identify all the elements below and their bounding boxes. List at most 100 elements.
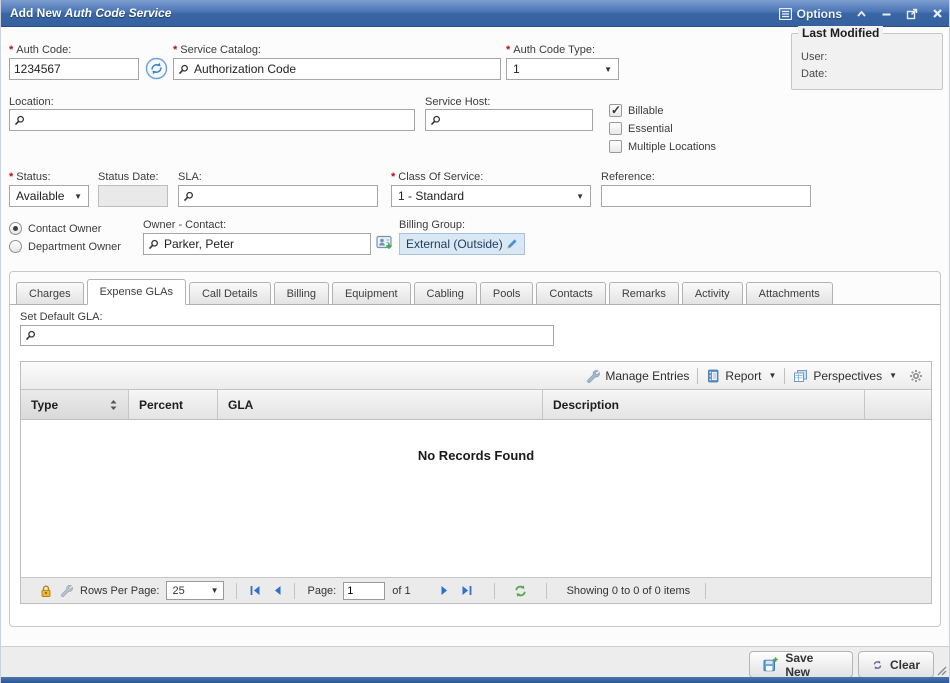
first-page-icon bbox=[249, 585, 261, 596]
service-host-field[interactable] bbox=[425, 109, 593, 131]
status-date-input bbox=[103, 189, 163, 203]
wrench-icon bbox=[60, 584, 73, 597]
close-button[interactable] bbox=[932, 8, 943, 19]
minimize-icon bbox=[881, 9, 892, 19]
set-default-gla-field[interactable] bbox=[20, 325, 554, 346]
chevron-down-icon: ▼ bbox=[576, 192, 584, 201]
last-page-button[interactable] bbox=[461, 585, 473, 596]
manage-entries-button[interactable]: Manage Entries bbox=[586, 369, 689, 383]
owner-contact-field[interactable] bbox=[143, 233, 371, 255]
column-header-percent[interactable]: Percent bbox=[129, 390, 218, 419]
column-header-gla[interactable]: GLA bbox=[218, 390, 543, 419]
tab-charges[interactable]: Charges bbox=[16, 282, 84, 304]
perspectives-icon bbox=[793, 369, 808, 383]
first-page-button[interactable] bbox=[249, 585, 261, 596]
billable-checkbox[interactable] bbox=[609, 104, 622, 117]
status-select[interactable]: Available ▼ bbox=[9, 185, 89, 207]
grid-pager: Rows Per Page: 25 ▼ Page: of 1 bbox=[21, 577, 931, 603]
department-owner-radio-row[interactable]: Department Owner bbox=[9, 240, 121, 253]
essential-checkbox[interactable] bbox=[609, 122, 622, 135]
service-host-input[interactable] bbox=[446, 113, 588, 127]
perspectives-button[interactable]: Perspectives ▼ bbox=[793, 369, 897, 383]
billable-checkbox-row[interactable]: Billable bbox=[609, 104, 663, 117]
toolbar-separator bbox=[697, 368, 698, 384]
search-icon bbox=[25, 330, 36, 341]
sla-field[interactable] bbox=[178, 185, 378, 207]
popout-button[interactable] bbox=[906, 8, 918, 20]
essential-checkbox-row[interactable]: Essential bbox=[609, 122, 673, 135]
page-input[interactable] bbox=[343, 582, 385, 600]
tab-contacts[interactable]: Contacts bbox=[536, 282, 605, 304]
footer-bar: Save New Clear bbox=[1, 646, 950, 677]
last-modified-user-label: User: bbox=[801, 51, 827, 63]
clear-button[interactable]: Clear bbox=[858, 651, 934, 678]
owner-contact-label: Owner - Contact: bbox=[143, 219, 226, 231]
status-value: Available bbox=[16, 189, 64, 203]
pager-separator bbox=[236, 583, 237, 599]
required-marker: * bbox=[173, 44, 177, 56]
sort-icon[interactable] bbox=[109, 399, 118, 411]
required-marker: * bbox=[9, 44, 13, 56]
grid-header-row: Type Percent GLA Description bbox=[21, 390, 931, 420]
save-new-button[interactable]: Save New bbox=[749, 651, 853, 678]
owner-contact-input[interactable] bbox=[164, 237, 366, 251]
rows-per-page-value: 25 bbox=[172, 585, 184, 597]
multiple-locations-checkbox[interactable] bbox=[609, 140, 622, 153]
generate-auth-code-button[interactable] bbox=[145, 57, 168, 85]
tab-remarks[interactable]: Remarks bbox=[609, 282, 679, 304]
add-contact-button[interactable] bbox=[376, 235, 396, 259]
report-button[interactable]: Report ▼ bbox=[706, 369, 776, 383]
location-input[interactable] bbox=[30, 113, 410, 127]
billing-group-button[interactable]: External (Outside) bbox=[399, 233, 525, 255]
service-catalog-field[interactable] bbox=[173, 58, 501, 80]
chevron-up-icon bbox=[856, 9, 867, 19]
department-owner-radio[interactable] bbox=[9, 240, 22, 253]
tab-attachments[interactable]: Attachments bbox=[746, 282, 833, 304]
column-header-description[interactable]: Description bbox=[543, 390, 865, 419]
class-of-service-select[interactable]: 1 - Standard ▼ bbox=[391, 185, 591, 207]
previous-page-button[interactable] bbox=[272, 585, 282, 596]
tab-call-details[interactable]: Call Details bbox=[189, 282, 271, 304]
tab-equipment[interactable]: Equipment bbox=[332, 282, 411, 304]
search-icon bbox=[14, 115, 25, 126]
tab-cabling[interactable]: Cabling bbox=[414, 282, 477, 304]
auth-code-input[interactable] bbox=[14, 62, 134, 76]
reference-field[interactable] bbox=[601, 185, 811, 207]
lock-columns-button[interactable] bbox=[39, 584, 53, 598]
refresh-icon bbox=[513, 584, 528, 598]
chevron-down-icon: ▼ bbox=[74, 192, 82, 201]
tab-pools[interactable]: Pools bbox=[480, 282, 534, 304]
required-marker: * bbox=[391, 171, 395, 183]
report-icon bbox=[706, 369, 720, 383]
column-header-type[interactable]: Type bbox=[21, 390, 129, 419]
reference-input[interactable] bbox=[606, 189, 806, 203]
multiple-locations-checkbox-row[interactable]: Multiple Locations bbox=[609, 140, 716, 153]
contact-owner-radio[interactable] bbox=[9, 222, 22, 235]
contact-owner-label: Contact Owner bbox=[28, 223, 101, 235]
previous-page-icon bbox=[272, 585, 282, 596]
tab-activity[interactable]: Activity bbox=[682, 282, 743, 304]
rows-per-page-select[interactable]: 25 ▼ bbox=[166, 581, 224, 600]
sla-input[interactable] bbox=[199, 189, 373, 203]
auth-code-type-select[interactable]: 1 ▼ bbox=[506, 58, 619, 80]
tab-expense-glas[interactable]: Expense GLAs bbox=[87, 279, 186, 305]
last-modified-date-label: Date: bbox=[801, 68, 827, 80]
next-page-button[interactable] bbox=[440, 585, 450, 596]
grid-settings-button[interactable] bbox=[909, 369, 923, 383]
refresh-button[interactable] bbox=[513, 584, 528, 598]
service-catalog-input[interactable] bbox=[194, 62, 496, 76]
last-modified-panel: Last Modified User: Date: bbox=[791, 33, 943, 90]
minimize-button[interactable] bbox=[881, 9, 892, 19]
window-bottom-edge bbox=[1, 677, 950, 683]
rows-per-page-label: Rows Per Page: bbox=[80, 585, 159, 597]
options-button[interactable]: Options bbox=[779, 7, 842, 21]
tab-billing[interactable]: Billing bbox=[274, 282, 329, 304]
grid-tools-button[interactable] bbox=[60, 584, 73, 597]
auth-code-field[interactable] bbox=[9, 58, 139, 80]
page-of-text: of 1 bbox=[392, 585, 410, 597]
contact-owner-radio-row[interactable]: Contact Owner bbox=[9, 222, 101, 235]
collapse-button[interactable] bbox=[856, 9, 867, 19]
location-field[interactable] bbox=[9, 109, 415, 131]
set-default-gla-input[interactable] bbox=[41, 329, 549, 343]
showing-items-text: Showing 0 to 0 of 0 items bbox=[567, 585, 691, 597]
